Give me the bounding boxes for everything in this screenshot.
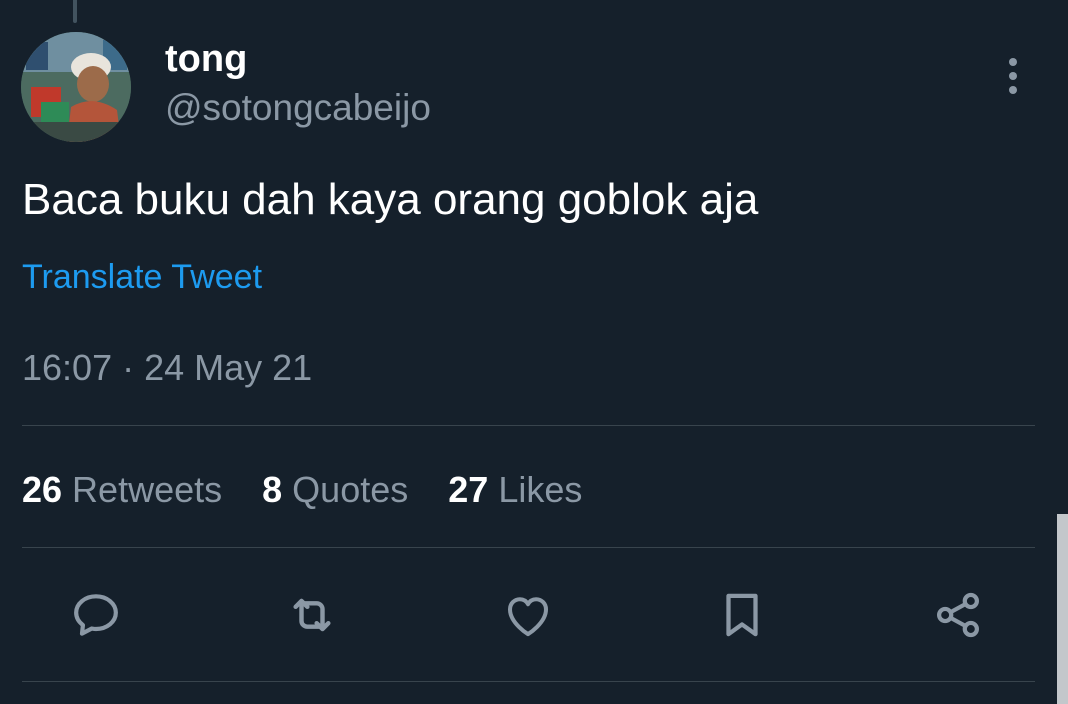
quotes-label: Quotes	[292, 469, 409, 510]
avatar[interactable]	[21, 32, 131, 142]
more-options-button[interactable]	[994, 56, 1032, 96]
tweet-stats: 26 Retweets 8 Quotes 27 Likes	[22, 467, 612, 513]
display-name[interactable]: tong	[165, 37, 247, 81]
tweet-text: Baca buku dah kaya orang goblok aja	[22, 175, 759, 224]
likes-label: Likes	[498, 469, 583, 510]
bookmark-button[interactable]	[712, 585, 772, 645]
reply-button[interactable]	[66, 585, 126, 645]
like-button[interactable]	[498, 585, 558, 645]
likes-count: 27	[448, 469, 489, 510]
tweet-timestamp[interactable]: 16:07 · 24 May 21	[22, 346, 312, 390]
retweet-button[interactable]	[282, 585, 342, 645]
user-handle[interactable]: @sotongcabeijo	[165, 86, 431, 130]
quotes-count: 8	[262, 469, 283, 510]
scrollbar-thumb[interactable]	[1057, 514, 1068, 704]
like-icon	[507, 597, 549, 637]
share-icon	[937, 592, 979, 638]
share-button[interactable]	[928, 585, 988, 645]
retweets-label: Retweets	[72, 469, 223, 510]
bookmark-icon	[726, 593, 758, 637]
reply-icon	[74, 594, 118, 636]
retweet-icon	[293, 598, 331, 632]
retweets-count: 26	[22, 469, 63, 510]
more-vertical-icon	[1009, 58, 1017, 94]
quotes-stat[interactable]: 8 Quotes	[262, 467, 408, 513]
thread-connector-line	[73, 0, 77, 23]
divider	[22, 681, 1035, 682]
translate-tweet-link[interactable]: Translate Tweet	[22, 256, 262, 298]
retweets-stat[interactable]: 26 Retweets	[22, 467, 222, 513]
divider	[22, 547, 1035, 548]
likes-stat[interactable]: 27 Likes	[448, 467, 582, 513]
divider	[22, 425, 1035, 426]
avatar-photo	[21, 32, 131, 142]
